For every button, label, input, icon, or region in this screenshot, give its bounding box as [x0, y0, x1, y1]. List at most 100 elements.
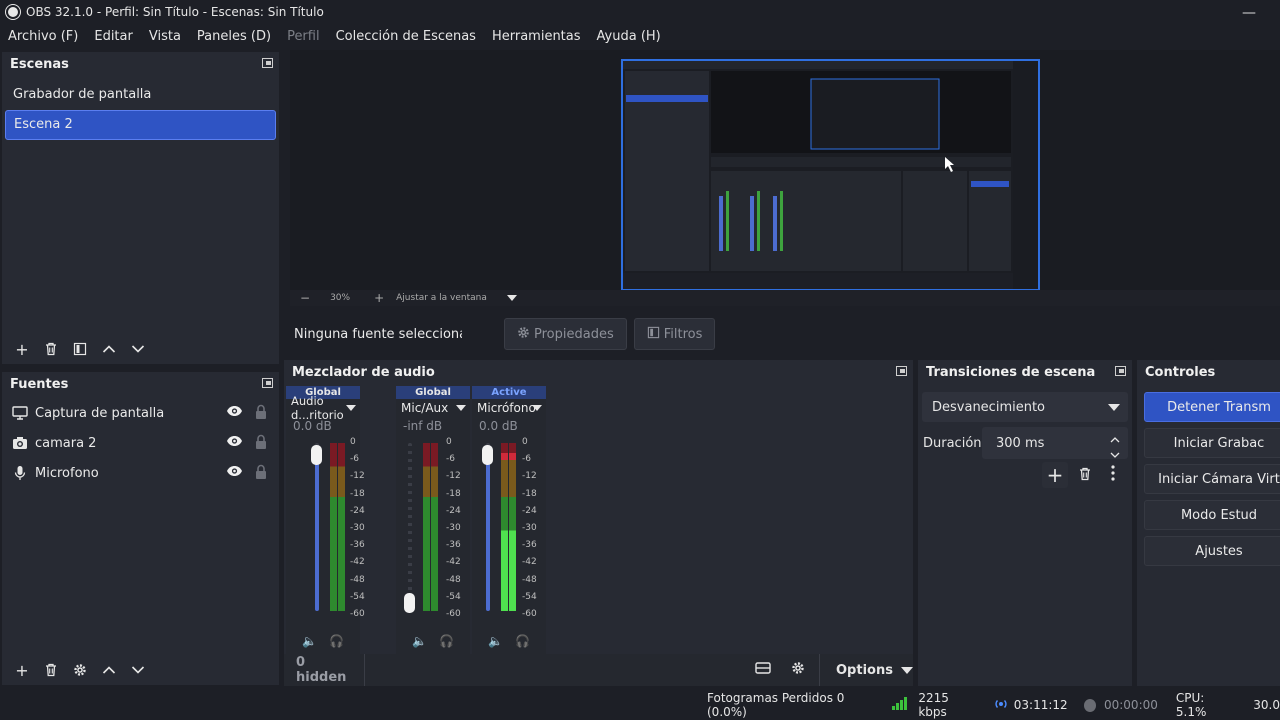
db-tick-label: -36: [522, 540, 537, 551]
volume-slider-handle[interactable]: [311, 445, 322, 465]
mixer-layout-icon[interactable]: [755, 662, 771, 678]
menu-vista[interactable]: Vista: [141, 29, 189, 44]
duration-spinbox[interactable]: 300 ms: [982, 427, 1128, 459]
remove-transition-icon[interactable]: [1078, 467, 1092, 485]
visibility-eye-icon[interactable]: [226, 465, 243, 481]
start-virtual-camera-button[interactable]: Iniciar Cámara Virt: [1144, 464, 1280, 494]
settings-button[interactable]: Ajustes: [1144, 536, 1280, 566]
speaker-icon[interactable]: 🔈: [302, 634, 317, 648]
footer-divider: [364, 654, 365, 686]
db-tick-label: -42: [350, 557, 365, 568]
scene-item-escena-2[interactable]: Escena 2: [5, 110, 276, 140]
transition-more-menu-icon[interactable]: [1111, 465, 1115, 485]
channel-name[interactable]: Mic/Aux: [396, 399, 470, 417]
channel-badge: Active: [472, 386, 546, 399]
db-tick-label: -42: [522, 557, 537, 568]
source-item-camara[interactable]: camara 2: [2, 428, 279, 458]
transition-select[interactable]: Desvanecimiento: [922, 392, 1128, 422]
channel-name[interactable]: Micrófono: [472, 399, 546, 417]
context-bar: Ninguna fuente seleccionada Propiedades …: [284, 316, 1280, 352]
scene-filters-icon[interactable]: [66, 337, 94, 361]
remove-source-icon[interactable]: [37, 658, 65, 682]
db-tick-label: -30: [350, 523, 365, 533]
sources-toolbar: +: [2, 655, 279, 685]
spin-up-icon[interactable]: [1110, 432, 1120, 447]
zoom-in-icon[interactable]: +: [374, 291, 384, 305]
move-scene-down-icon[interactable]: [124, 337, 152, 361]
visibility-eye-icon[interactable]: [226, 435, 243, 451]
preview-canvas[interactable]: [290, 50, 1280, 291]
spin-down-icon[interactable]: [1110, 447, 1120, 462]
db-tick-label: -24: [350, 505, 365, 516]
hidden-count[interactable]: 0 hidden: [296, 655, 356, 685]
properties-label: Propiedades: [534, 326, 614, 342]
stop-streaming-button[interactable]: Detener Transm: [1144, 392, 1280, 422]
move-source-up-icon[interactable]: [95, 658, 123, 682]
source-label: Microfono: [35, 465, 99, 481]
monitor-headphones-icon[interactable]: 🎧: [329, 634, 344, 648]
channel-menu-dropdown-icon[interactable]: [532, 405, 542, 411]
speaker-icon[interactable]: 🔈: [412, 634, 427, 648]
dock-float-icon[interactable]: [1115, 366, 1126, 376]
channel-menu-dropdown-icon[interactable]: [456, 405, 466, 411]
menu-coleccion[interactable]: Colección de Escenas: [328, 29, 484, 44]
move-source-down-icon[interactable]: [124, 658, 152, 682]
add-scene-icon[interactable]: +: [8, 337, 36, 361]
add-source-icon[interactable]: +: [8, 658, 36, 682]
db-tick-label: -12: [350, 471, 365, 482]
start-recording-button[interactable]: Iniciar Grabac: [1144, 428, 1280, 458]
speaker-icon[interactable]: 🔈: [488, 634, 503, 648]
dock-float-icon[interactable]: [262, 58, 273, 68]
move-scene-up-icon[interactable]: [95, 337, 123, 361]
footer-divider: [819, 654, 820, 686]
channel-name-label: Mic/Aux: [401, 401, 449, 415]
menu-ayuda[interactable]: Ayuda (H): [589, 29, 669, 44]
filters-button[interactable]: Filtros: [633, 318, 716, 350]
menu-editar[interactable]: Editar: [86, 29, 141, 44]
source-settings-gear-icon[interactable]: [66, 658, 94, 682]
remove-scene-icon[interactable]: [37, 337, 65, 361]
properties-button[interactable]: Propiedades: [504, 318, 627, 350]
scene-transitions-dock: Transiciones de escena Desvanecimiento D…: [918, 360, 1132, 686]
menu-perfil[interactable]: Perfil: [279, 29, 328, 44]
minimize-icon[interactable]: —: [1242, 5, 1256, 21]
channel-menu-dropdown-icon[interactable]: [346, 405, 356, 411]
monitor-icon: [12, 405, 28, 421]
scene-item-grabador[interactable]: Grabador de pantalla: [5, 80, 276, 110]
monitor-headphones-icon[interactable]: 🎧: [515, 634, 530, 648]
zoom-out-icon[interactable]: −: [300, 291, 310, 305]
menu-paneles[interactable]: Paneles (D): [189, 29, 279, 44]
no-source-label: Ninguna fuente seleccionada: [294, 326, 462, 342]
volume-slider-track[interactable]: [408, 443, 412, 611]
lock-icon[interactable]: [255, 464, 267, 484]
dock-float-icon[interactable]: [262, 378, 273, 388]
volume-slider-handle[interactable]: [404, 593, 415, 613]
level-meter: [501, 443, 508, 611]
add-transition-button[interactable]: +: [1042, 462, 1068, 488]
visibility-eye-icon[interactable]: [226, 405, 243, 421]
db-tick-label: 0: [522, 437, 528, 447]
source-item-captura[interactable]: Captura de pantalla: [2, 398, 279, 428]
source-label: camara 2: [35, 435, 97, 451]
level-meter: [509, 443, 516, 611]
lock-icon[interactable]: [255, 404, 267, 424]
fit-dropdown-icon[interactable]: [506, 295, 517, 301]
window-title: OBS 32.1.0 - Perfil: Sin Título - Escena…: [26, 5, 324, 19]
source-item-microfono[interactable]: Microfono: [2, 458, 279, 488]
mixer-advanced-gear-icon[interactable]: [791, 661, 805, 679]
options-button[interactable]: Options: [836, 663, 913, 678]
menu-herramientas[interactable]: Herramientas: [484, 29, 589, 44]
lock-icon[interactable]: [255, 434, 267, 454]
volume-slider-handle[interactable]: [482, 445, 493, 465]
camera-icon: [12, 435, 28, 451]
studio-mode-button[interactable]: Modo Estud: [1144, 500, 1280, 530]
menu-archivo[interactable]: Archivo (F): [0, 29, 86, 44]
fit-mode[interactable]: Ajustar a la ventana: [396, 293, 487, 303]
dock-float-icon[interactable]: [896, 366, 907, 376]
channel-name[interactable]: Audio d...ritorio: [286, 394, 360, 422]
bitrate: 2215 kbps: [918, 691, 949, 719]
zoom-level: 30%: [330, 293, 351, 303]
monitor-headphones-icon[interactable]: 🎧: [439, 634, 454, 648]
network-signal-icon: [892, 697, 908, 713]
filters-label: Filtros: [663, 326, 703, 342]
